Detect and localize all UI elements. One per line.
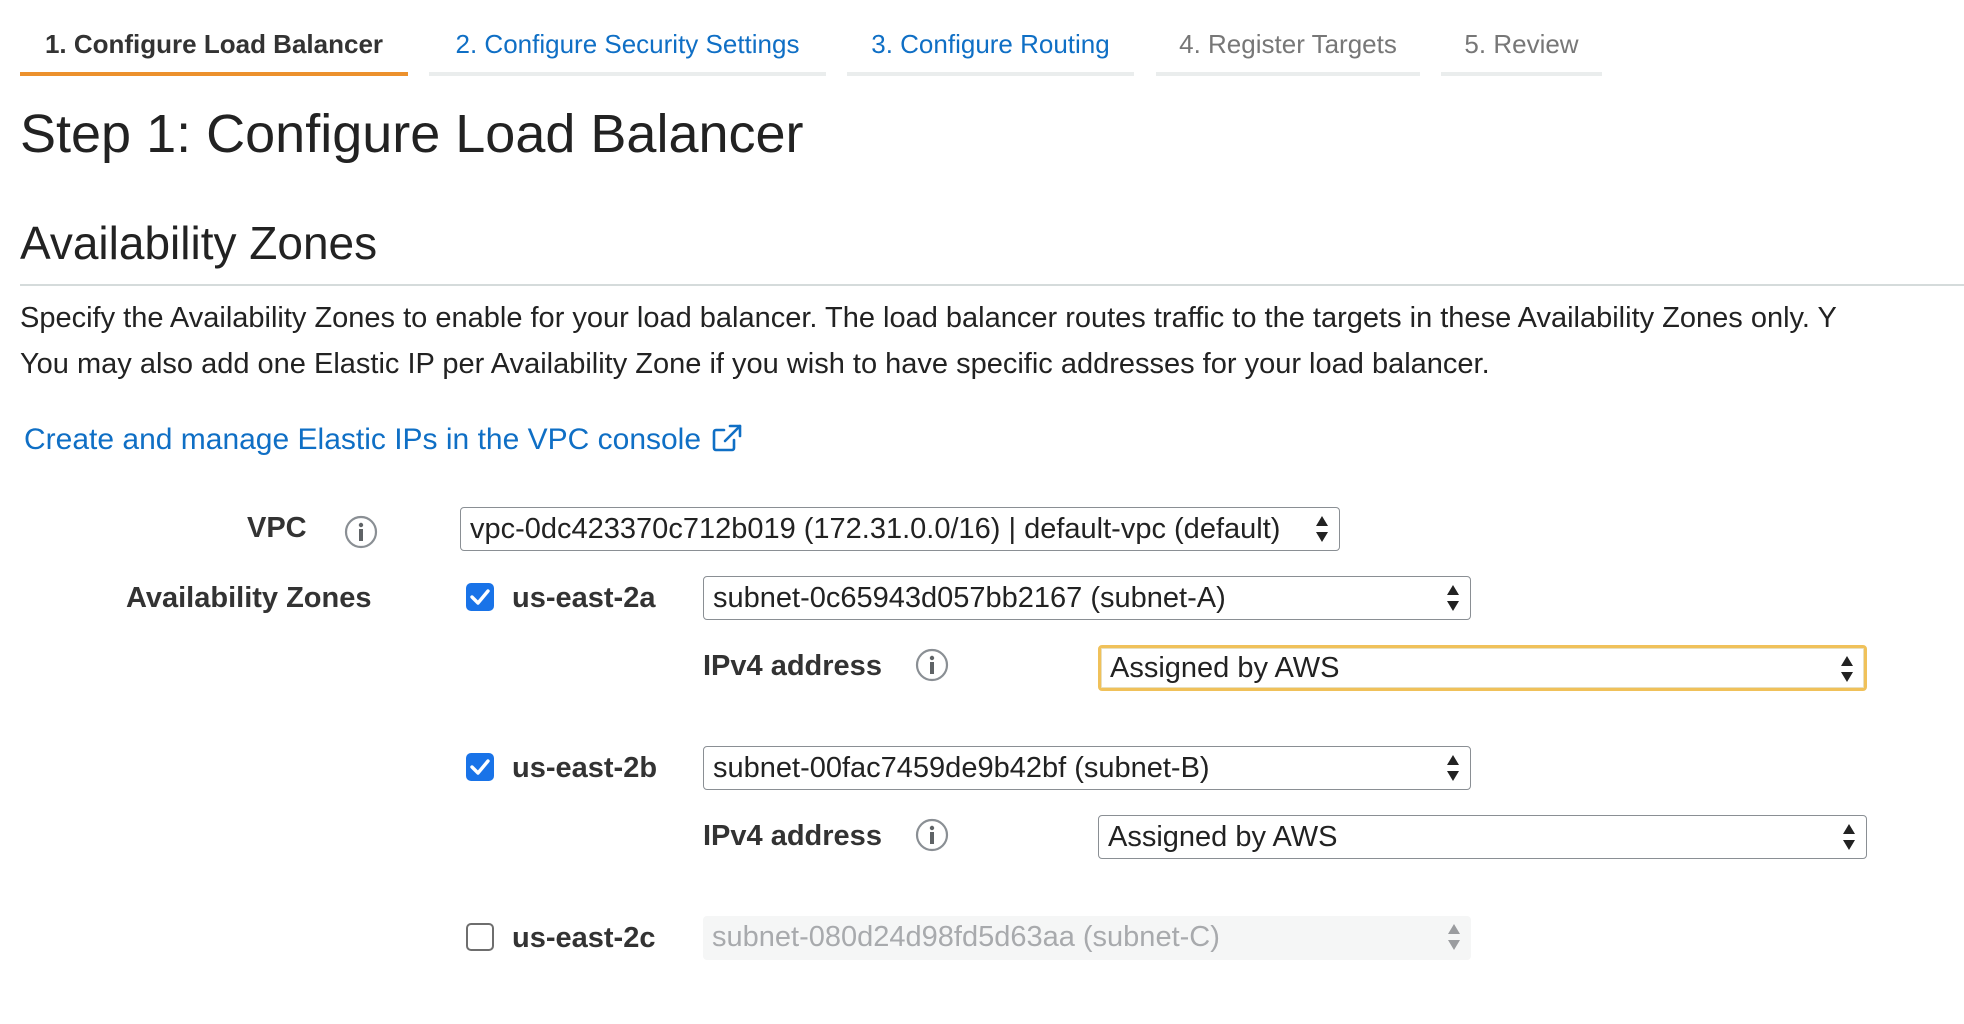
tab-configure-routing[interactable]: 3. Configure Routing — [847, 0, 1134, 76]
ipv4-label-us-east-2a: IPv4 address — [703, 650, 882, 682]
checkmark-icon — [470, 589, 490, 605]
subnet-select-value: subnet-00fac7459de9b42bf (subnet-B) — [713, 752, 1210, 784]
tab-review[interactable]: 5. Review — [1441, 0, 1602, 76]
ipv4-select-us-east-2a[interactable]: Assigned by AWS — [1098, 645, 1867, 691]
select-arrows-icon — [1448, 924, 1460, 950]
ipv4-select-value: Assigned by AWS — [1108, 821, 1338, 853]
subnet-select-us-east-2a[interactable]: subnet-0c65943d057bb2167 (subnet-A) — [703, 576, 1471, 620]
tab-configure-load-balancer[interactable]: 1. Configure Load Balancer — [20, 0, 408, 76]
select-arrows-icon — [1316, 516, 1328, 542]
elastic-ip-console-link[interactable]: Create and manage Elastic IPs in the VPC… — [24, 423, 743, 457]
subnet-select-value: subnet-080d24d98fd5d63aa (subnet-C) — [712, 921, 1220, 953]
ipv4-info-icon[interactable] — [915, 648, 949, 682]
select-arrows-icon — [1841, 656, 1853, 682]
section-description-line2: You may also add one Elastic IP per Avai… — [20, 348, 1490, 380]
section-divider — [20, 284, 1964, 286]
tab-configure-security-settings[interactable]: 2. Configure Security Settings — [429, 0, 826, 76]
az-checkbox-us-east-2c[interactable] — [466, 923, 494, 951]
subnet-select-us-east-2b[interactable]: subnet-00fac7459de9b42bf (subnet-B) — [703, 746, 1471, 790]
select-arrows-icon — [1843, 824, 1855, 850]
section-title: Availability Zones — [20, 217, 378, 269]
vpc-select-value: vpc-0dc423370c712b019 (172.31.0.0/16) | … — [470, 513, 1281, 545]
tab-register-targets[interactable]: 4. Register Targets — [1156, 0, 1420, 76]
vpc-info-icon[interactable] — [344, 515, 378, 549]
subnet-select-value: subnet-0c65943d057bb2167 (subnet-A) — [713, 582, 1226, 614]
ipv4-info-icon[interactable] — [915, 818, 949, 852]
az-name-us-east-2a: us-east-2a — [512, 582, 656, 614]
load-balancer-wizard: 1. Configure Load Balancer 2. Configure … — [0, 0, 1964, 1024]
select-arrows-icon — [1447, 585, 1459, 611]
availability-zones-label: Availability Zones — [126, 582, 372, 614]
select-arrows-icon — [1447, 755, 1459, 781]
elastic-ip-console-link-text: Create and manage Elastic IPs in the VPC… — [24, 423, 702, 456]
az-name-us-east-2c: us-east-2c — [512, 922, 656, 954]
section-description-line1: Specify the Availability Zones to enable… — [20, 302, 1837, 334]
page-title: Step 1: Configure Load Balancer — [20, 104, 804, 164]
ipv4-select-value: Assigned by AWS — [1110, 652, 1340, 684]
az-checkbox-us-east-2b[interactable] — [466, 753, 494, 781]
az-name-us-east-2b: us-east-2b — [512, 752, 658, 784]
ipv4-select-us-east-2b[interactable]: Assigned by AWS — [1098, 815, 1867, 859]
az-checkbox-us-east-2a[interactable] — [466, 583, 494, 611]
checkmark-icon — [470, 759, 490, 775]
subnet-select-us-east-2c: subnet-080d24d98fd5d63aa (subnet-C) — [703, 916, 1471, 960]
external-link-icon — [712, 424, 742, 452]
vpc-select[interactable]: vpc-0dc423370c712b019 (172.31.0.0/16) | … — [460, 507, 1340, 551]
ipv4-label-us-east-2b: IPv4 address — [703, 820, 882, 852]
vpc-label: VPC — [247, 512, 307, 544]
